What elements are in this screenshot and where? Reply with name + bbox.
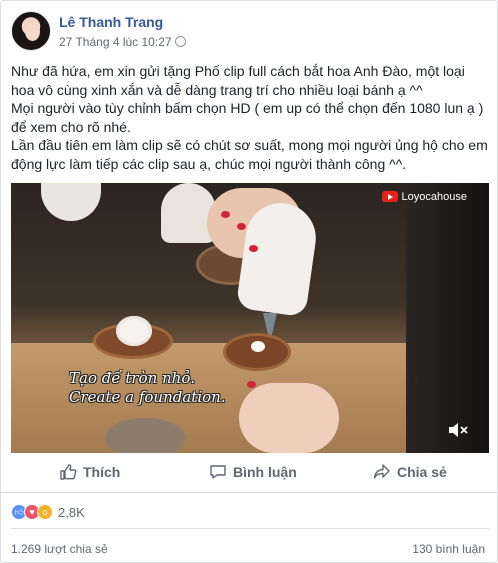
post-paragraph: Lần đầu tiên em làm clip sẽ có chút sơ s… [11,137,488,172]
video-hand-bottom [239,383,339,453]
video-caption-line: Create a foundation. [69,388,226,406]
brand-name: Loyocahouse [401,191,467,203]
video-caption-line: Tạo đế tròn nhỏ. [69,369,196,387]
avatar-face [25,22,40,41]
video-nail [221,211,230,218]
post-paragraph: Như đã hứa, em xin gửi tặng Phố clip ful… [11,63,465,98]
comment-button[interactable]: Bình luận [209,463,297,481]
share-button[interactable]: Chia sẻ [373,463,447,481]
post-text: Như đã hứa, em xin gửi tặng Phố clip ful… [11,62,491,173]
video-nail [249,245,258,252]
video-player[interactable]: Tạo đế tròn nhỏ. Create a foundation. Lo… [11,183,489,453]
reaction-count[interactable]: 2,8K [58,505,85,520]
comment-label: Bình luận [233,464,297,480]
video-caption: Tạo đế tròn nhỏ. Create a foundation. [69,369,226,407]
thumbs-up-icon [60,464,77,480]
timestamp-text[interactable]: 27 Tháng 4 lúc 10:27 [59,35,172,49]
divider [11,528,489,529]
video-wood-stand-2 [105,418,185,453]
mute-icon[interactable] [447,421,469,439]
video-nail [237,223,246,230]
youtube-icon [381,191,398,202]
post-paragraph: Mọi người vào tùy chỉnh bấm chọn HD ( em… [11,100,484,135]
facebook-post: Lê Thanh Trang 27 Tháng 4 lúc 10:27 Như … [0,0,498,563]
video-cherry-flower [116,316,152,346]
like-button[interactable]: Thích [59,463,120,481]
share-label: Chia sẻ [397,464,447,480]
author-name[interactable]: Lê Thanh Trang [59,14,163,30]
reaction-summary[interactable]: 👍︎ ♥ o 2,8K [11,502,85,522]
video-brand: Loyocahouse [381,191,467,203]
avatar[interactable] [11,11,51,51]
action-bar: Thích Bình luận Chia sẻ [1,453,498,493]
share-icon [373,464,390,479]
wow-reaction-icon: o [37,504,53,520]
video-cake-right [223,333,291,371]
video-hair [406,183,489,453]
share-count[interactable]: 1.269 lượt chia sẻ [11,542,108,556]
post-timestamp[interactable]: 27 Tháng 4 lúc 10:27 [59,35,186,49]
like-label: Thích [83,464,121,480]
comment-icon [210,465,226,479]
video-cream-dot [251,341,265,352]
comment-count[interactable]: 130 bình luận [412,542,485,556]
video-cup [41,183,101,221]
video-nail [247,381,256,388]
globe-icon [174,36,186,47]
